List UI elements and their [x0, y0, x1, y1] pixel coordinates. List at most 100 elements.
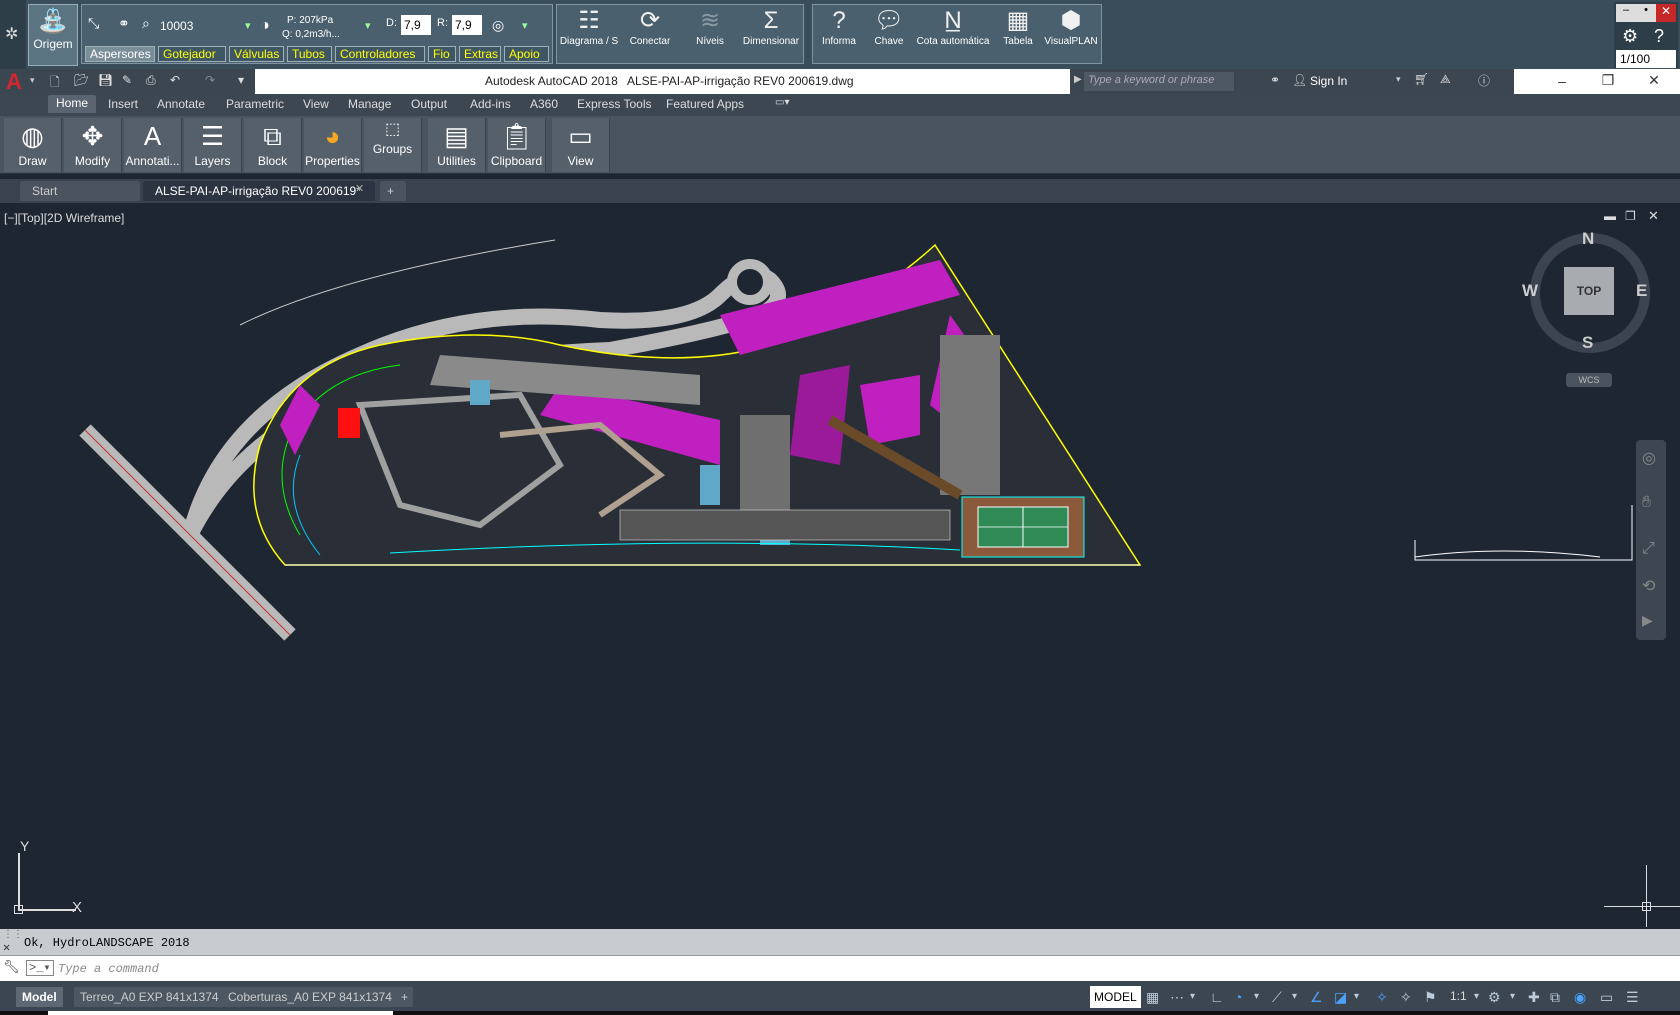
chevron-down-icon[interactable]: ▾ — [365, 19, 371, 32]
sign-in-link[interactable]: Sign In — [1310, 74, 1347, 88]
utilities-panel[interactable]: ▤ Utilities — [428, 118, 486, 172]
compass-n[interactable]: N — [1582, 229, 1594, 249]
annotation-scale[interactable]: 1:1 — [1450, 989, 1467, 1003]
tab-featured-apps[interactable]: Featured Apps — [666, 97, 744, 111]
conectar-button[interactable]: ⟳ Conectar — [620, 4, 680, 66]
tab-express-tools[interactable]: Express Tools — [577, 97, 651, 111]
close-tab-icon[interactable]: ✕ — [355, 182, 364, 195]
tab-tubos[interactable]: Tubos — [287, 46, 332, 62]
chevron-down-icon[interactable]: ▾ — [1254, 991, 1259, 1002]
cota-button[interactable]: N̲ Cota automática — [912, 4, 994, 66]
help-icon[interactable]: ⓘ — [1478, 72, 1490, 89]
ribbon-toggle-icon[interactable]: ▭▾ — [775, 97, 789, 108]
print-icon[interactable]: ⎙ — [146, 73, 156, 88]
snap-icon[interactable]: ⋯ — [1170, 989, 1184, 1006]
search-icon[interactable]: ⌕ — [142, 15, 150, 32]
tab-valvulas[interactable]: Válvulas — [229, 46, 284, 62]
start-tab[interactable]: Start — [20, 181, 140, 201]
customize-icon[interactable]: ☰ — [1626, 989, 1639, 1006]
tab-gotejador[interactable]: Gotejador — [158, 46, 226, 62]
plugin-menu-icon[interactable]: ✲ — [0, 0, 26, 69]
undo-icon[interactable]: ↶ — [170, 73, 180, 87]
new-tab-icon[interactable]: + — [380, 181, 406, 201]
chevron-down-icon[interactable]: ▾ — [245, 19, 251, 32]
pick-icon[interactable]: ⤡ — [88, 15, 99, 32]
app-menu-button[interactable]: A ▾ — [0, 69, 40, 94]
tab-extras[interactable]: Extras — [459, 46, 501, 62]
compass-s[interactable]: S — [1582, 333, 1593, 353]
origem-button[interactable]: ⛲ Origem — [28, 4, 78, 66]
tab-model[interactable]: Model — [16, 987, 63, 1007]
drawing-viewport[interactable]: [−][Top][2D Wireframe] ▬ ❐ ✕ TOP N S E W… — [0, 205, 1680, 927]
hardware-acceleration-icon[interactable]: ◉ — [1574, 989, 1586, 1006]
binoculars-icon[interactable]: ⚭ — [118, 15, 130, 32]
tab-insert[interactable]: Insert — [108, 97, 138, 111]
wrench-icon[interactable]: 🔧︎ — [3, 960, 20, 975]
circle-icon[interactable]: ◎ — [492, 17, 504, 34]
annotation-panel[interactable]: A Annotati... — [124, 118, 182, 172]
command-prompt-icon[interactable]: >_▾ — [26, 960, 54, 976]
zoom-icon[interactable]: ⤢ — [1642, 540, 1655, 558]
tab-apoio[interactable]: Apoio — [504, 46, 549, 62]
osnap-tracking-icon[interactable]: ⟋ — [1272, 989, 1282, 1006]
help-icon[interactable]: ? — [1654, 26, 1664, 47]
auto-scale-icon[interactable]: ✧ — [1400, 989, 1412, 1006]
tab-manage[interactable]: Manage — [348, 97, 391, 111]
wcs-menu[interactable]: WCS — [1566, 373, 1612, 387]
exchange-icon[interactable]: ⟁ — [1440, 72, 1451, 87]
tab-layout-coberturas[interactable]: Coberturas_A0 EXP 841x1374 — [222, 987, 398, 1007]
dimensionar-button[interactable]: Σ Dimensionar — [740, 4, 802, 66]
taskbar-item[interactable] — [48, 1011, 393, 1015]
pin-icon[interactable]: • — [1636, 4, 1656, 22]
drawing-tab[interactable]: ALSE-PAI-AP-irrigação REV0 200619* — [143, 181, 375, 201]
tab-controladores[interactable]: Controladores — [335, 46, 425, 62]
informa-button[interactable]: ? Informa — [814, 4, 864, 66]
steering-wheel-icon[interactable]: ◎ — [1642, 448, 1656, 468]
gear-icon[interactable]: ⚙ — [1622, 26, 1638, 47]
properties-panel[interactable]: ◕ Properties — [304, 118, 362, 172]
minimize-icon[interactable]: – — [1544, 73, 1580, 89]
modify-panel[interactable]: ✥ Modify — [64, 118, 122, 172]
open-icon[interactable]: 📂︎ — [74, 73, 89, 87]
chevron-down-icon[interactable]: ▾ — [1396, 74, 1401, 85]
block-panel[interactable]: ⧉ Block — [244, 118, 302, 172]
tab-addins[interactable]: Add-ins — [470, 97, 511, 111]
visualplan-button[interactable]: ⬢ VisualPLAN — [1042, 4, 1100, 66]
plus-icon[interactable]: ✚ — [1528, 989, 1540, 1006]
binoculars-icon[interactable]: ⚭ — [1270, 73, 1280, 87]
tab-layout-terreo[interactable]: Terreo_A0 EXP 841x1374 — [74, 987, 225, 1007]
search-input[interactable]: Type a keyword or phrase — [1084, 72, 1234, 91]
add-layout-icon[interactable]: + — [396, 987, 414, 1007]
model-space-button[interactable]: MODEL — [1090, 986, 1141, 1008]
close-icon[interactable]: ✕ — [1656, 4, 1676, 22]
grid-icon[interactable]: ▦ — [1146, 989, 1159, 1006]
restore-icon[interactable]: ❐ — [1590, 72, 1626, 89]
aspersor-id[interactable]: 10003 — [160, 19, 193, 33]
tab-home[interactable]: Home — [48, 95, 97, 113]
r-field[interactable]: 7,9 — [452, 15, 482, 35]
clean-screen-icon[interactable]: ▭ — [1600, 989, 1613, 1006]
diagrama-button[interactable]: ☷ Diagrama / S — [558, 4, 620, 66]
viewcube-top[interactable]: TOP — [1564, 267, 1614, 315]
chave-button[interactable]: 💬︎ Chave — [866, 4, 912, 66]
compass-e[interactable]: E — [1636, 281, 1647, 301]
scale-select[interactable]: 1/100 — [1616, 50, 1676, 68]
chevron-down-icon[interactable]: ▾ — [1292, 991, 1297, 1002]
tab-parametric[interactable]: Parametric — [226, 97, 284, 111]
pan-icon[interactable]: ✋︎ — [1642, 494, 1651, 512]
tabela-button[interactable]: ▦ Tabela — [994, 4, 1042, 66]
annotation-scale-icon[interactable]: ⚑ — [1424, 989, 1437, 1006]
niveis-button[interactable]: ≋ Níveis — [682, 4, 738, 66]
isolate-icon[interactable]: ⧉ — [1550, 989, 1560, 1006]
cart-icon[interactable]: 🛒︎ — [1414, 72, 1429, 86]
chevron-down-icon[interactable]: ▾ — [1354, 991, 1359, 1002]
command-input[interactable]: Type a command — [58, 962, 159, 976]
close-command-icon[interactable]: ✕ — [3, 940, 10, 955]
view-panel[interactable]: ▭ View — [552, 118, 610, 172]
polar-icon[interactable]: ◔ — [1234, 989, 1242, 1005]
orbit-icon[interactable]: ⟲ — [1642, 576, 1655, 596]
chevron-down-icon[interactable]: ▾ — [1474, 991, 1479, 1002]
tab-a360[interactable]: A360 — [530, 97, 558, 111]
clipboard-panel[interactable]: 📋︎ Clipboard — [488, 118, 546, 172]
save-icon[interactable]: 💾︎ — [98, 73, 113, 87]
